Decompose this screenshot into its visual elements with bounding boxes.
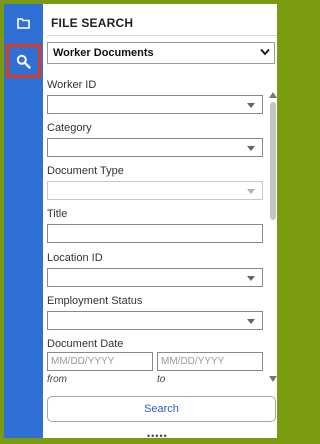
date-from-hint: from — [47, 374, 67, 385]
title-input[interactable] — [47, 224, 263, 243]
caret-down-icon — [247, 189, 255, 194]
location-id-label: Location ID — [47, 252, 103, 264]
more-indicator: ••••• — [147, 431, 168, 438]
file-search-panel: FILE SEARCH Worker Documents Worker ID C… — [43, 4, 277, 438]
chevron-down-icon — [260, 48, 270, 56]
document-category-select[interactable]: Worker Documents — [47, 42, 275, 64]
page-title: FILE SEARCH — [51, 16, 134, 30]
date-to-input[interactable]: MM/DD/YYYY — [157, 352, 263, 371]
caret-down-icon — [247, 319, 255, 324]
employment-status-select[interactable] — [47, 311, 263, 330]
category-label: Category — [47, 122, 92, 134]
document-type-label: Document Type — [47, 165, 124, 177]
app-window: FILE SEARCH Worker Documents Worker ID C… — [4, 4, 277, 438]
title-divider — [47, 35, 277, 36]
document-date-label: Document Date — [47, 338, 124, 350]
scroll-down-arrow-icon[interactable] — [269, 376, 277, 382]
document-category-value: Worker Documents — [53, 47, 154, 59]
title-label: Title — [47, 208, 68, 220]
document-type-select[interactable] — [47, 181, 263, 200]
search-icon — [16, 54, 31, 69]
worker-id-select[interactable] — [47, 95, 263, 114]
location-id-select[interactable] — [47, 268, 263, 287]
sidebar — [4, 4, 43, 438]
caret-down-icon — [247, 146, 255, 151]
caret-down-icon — [247, 276, 255, 281]
folder-icon — [17, 17, 30, 29]
sidebar-item-folders[interactable] — [6, 6, 41, 40]
employment-status-label: Employment Status — [47, 295, 143, 307]
scrollbar[interactable] — [269, 92, 277, 382]
caret-down-icon — [247, 103, 255, 108]
search-button[interactable]: Search — [47, 396, 276, 422]
date-from-placeholder: MM/DD/YYYY — [51, 356, 115, 367]
date-from-input[interactable]: MM/DD/YYYY — [47, 352, 153, 371]
category-select[interactable] — [47, 138, 263, 157]
sidebar-item-search[interactable] — [6, 44, 41, 78]
date-to-placeholder: MM/DD/YYYY — [161, 356, 225, 367]
scroll-thumb[interactable] — [270, 102, 276, 220]
scroll-up-arrow-icon[interactable] — [269, 92, 277, 98]
worker-id-label: Worker ID — [47, 79, 97, 91]
date-to-hint: to — [157, 374, 166, 385]
